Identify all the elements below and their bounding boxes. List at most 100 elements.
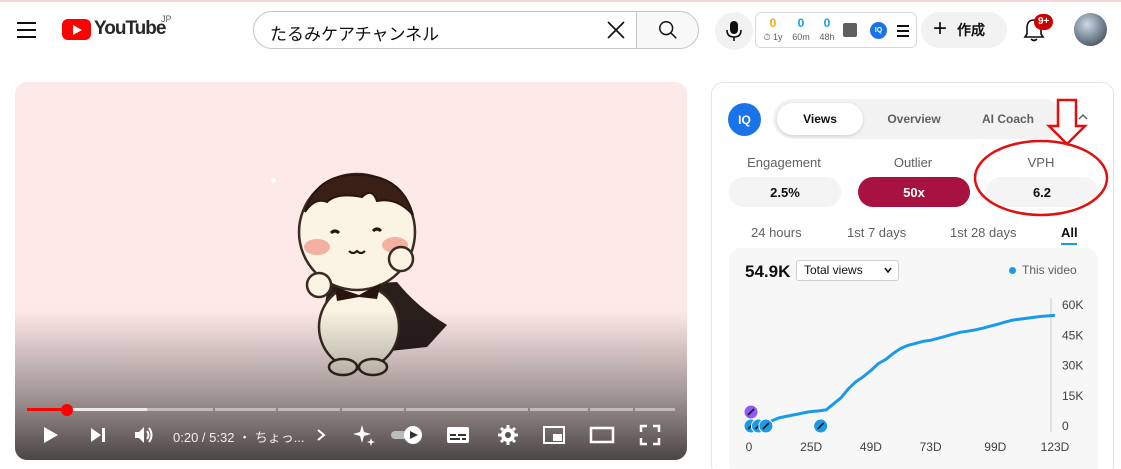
y-tick-label: 0 [1062, 419, 1069, 433]
play-button[interactable] [35, 420, 65, 450]
x-tick-label: 73D [920, 440, 942, 454]
chapter-title[interactable]: ・ ちょっ... [238, 430, 304, 445]
ai-sparkle-button[interactable] [349, 420, 379, 450]
chapter-chevron-button[interactable] [313, 420, 329, 450]
autoplay-toggle-icon [391, 426, 422, 444]
metric-label-vph: VPH [1027, 155, 1055, 170]
active-range-underline [1061, 243, 1077, 245]
theater-icon [589, 426, 615, 444]
search-button[interactable] [636, 11, 699, 49]
masthead: YouTube JP たるみケアチャンネル 0 ⏱ 1y 0 60m 0 48h… [0, 0, 1121, 60]
search-input[interactable]: たるみケアチャンネル [253, 11, 637, 49]
plus-icon: + [933, 14, 948, 42]
notification-count-badge: 9+ [1034, 14, 1054, 30]
chapter-segment [590, 408, 633, 411]
mute-button[interactable] [129, 420, 159, 450]
next-button[interactable] [83, 420, 113, 450]
bar-chart-icon[interactable] [843, 23, 857, 37]
create-label: 作成 [957, 22, 986, 38]
chapter-segment [530, 408, 588, 411]
x-tick-label: 0 [746, 440, 753, 454]
tab-ai-coach[interactable]: AI Coach [963, 103, 1053, 135]
views-line-chart: 60K 45K 30K 15K 0 0 25D 49D 73D 99D 123D [743, 298, 1083, 454]
subtitles-button[interactable] [443, 420, 473, 450]
youtube-logo[interactable]: YouTube [62, 18, 166, 40]
channel-stats-extension[interactable]: 0 ⏱ 1y 0 60m 0 48h IQ [755, 12, 917, 48]
stat-60m: 0 60m [788, 16, 814, 42]
settings-button[interactable] [493, 420, 523, 450]
play-icon [44, 427, 58, 443]
metric-vph-value: 6.2 [986, 177, 1098, 207]
stat-value: 0 [823, 16, 831, 30]
subtitles-icon [447, 427, 469, 443]
sparkle-decoration [271, 178, 276, 183]
scrubber-handle[interactable] [61, 404, 73, 416]
chapter-segment [635, 408, 675, 411]
menu-line [17, 29, 36, 31]
account-avatar[interactable] [1074, 13, 1107, 46]
video-analytics-panel: IQ Views Overview AI Coach Engagement 2.… [711, 82, 1114, 469]
y-tick-label: 15K [1062, 389, 1083, 403]
x-tick-label: 49D [860, 440, 882, 454]
sparkle-icon [353, 425, 375, 446]
voice-search-button[interactable] [715, 12, 753, 50]
next-icon [91, 428, 105, 442]
time-elapsed: 0:20 / 5:32 [173, 430, 235, 445]
range-first-28-days[interactable]: 1st 28 days [950, 225, 1017, 240]
volume-icon [135, 427, 153, 443]
extension-menu-icon[interactable] [897, 25, 909, 40]
stat-label: 48h [819, 32, 835, 42]
collapse-chevron-icon[interactable] [1077, 111, 1089, 123]
fullscreen-icon [639, 424, 661, 446]
stat-value: 0 [797, 16, 805, 30]
video-player[interactable]: 0:20 / 5:32 ・ ちょっ... [15, 82, 687, 460]
stat-value: 0 [769, 16, 777, 30]
iq-logo: IQ [728, 103, 761, 136]
buffered-progress [67, 408, 147, 411]
miniplayer-icon [543, 426, 565, 444]
stat-1y: 0 ⏱ 1y [760, 16, 786, 43]
logo-country-code: JP [161, 14, 172, 24]
chapter-segment [342, 408, 404, 411]
chapter-segment [406, 408, 528, 411]
x-tick-label: 123D [1041, 440, 1070, 454]
y-tick-label: 30K [1062, 359, 1083, 373]
clear-search-icon[interactable] [604, 18, 628, 42]
metric-label-outlier: Outlier [893, 155, 933, 170]
series-line-this-video [748, 313, 1056, 428]
y-tick-label: 60K [1062, 298, 1083, 312]
gear-icon [498, 425, 518, 445]
search-icon [658, 21, 677, 39]
microphone-icon [726, 21, 742, 41]
stat-label: ⏱ 1y [763, 32, 783, 42]
theater-mode-button[interactable] [587, 420, 617, 450]
chapter-segment [215, 408, 276, 411]
range-first-7-days[interactable]: 1st 7 days [847, 225, 906, 240]
chevron-right-icon [317, 429, 326, 441]
tab-overview[interactable]: Overview [873, 103, 955, 135]
x-tick-label: 99D [984, 440, 1006, 454]
hamburger-menu-button[interactable] [12, 12, 44, 48]
logo-text: YouTube [94, 18, 166, 39]
x-tick-label: 25D [800, 440, 822, 454]
stat-48h: 0 48h [814, 16, 840, 42]
stat-label: 60m [792, 32, 810, 42]
range-24-hours[interactable]: 24 hours [751, 225, 802, 240]
views-chart-card: 54.9K Total views This video 60K 45K 30K 15… [729, 248, 1098, 469]
create-button[interactable]: + 作成 [921, 12, 1007, 48]
metric-label-engagement: Engagement [747, 155, 821, 170]
menu-line [17, 36, 36, 38]
tab-views[interactable]: Views [777, 103, 863, 135]
range-all[interactable]: All [1061, 225, 1078, 240]
iq-extension-icon[interactable]: IQ [870, 22, 887, 39]
time-display: 0:20 / 5:32 ・ ちょっ... [173, 427, 305, 446]
metric-engagement-value: 2.5% [729, 177, 841, 207]
search-query-text: たるみケアチャンネル [270, 25, 440, 45]
youtube-play-icon [62, 18, 91, 40]
menu-line [17, 22, 36, 24]
autoplay-toggle[interactable] [389, 420, 425, 450]
miniplayer-button[interactable] [539, 420, 569, 450]
y-tick-label: 45K [1062, 328, 1083, 342]
fullscreen-button[interactable] [635, 420, 665, 450]
panel-tabs: Views Overview AI Coach [773, 99, 1063, 139]
